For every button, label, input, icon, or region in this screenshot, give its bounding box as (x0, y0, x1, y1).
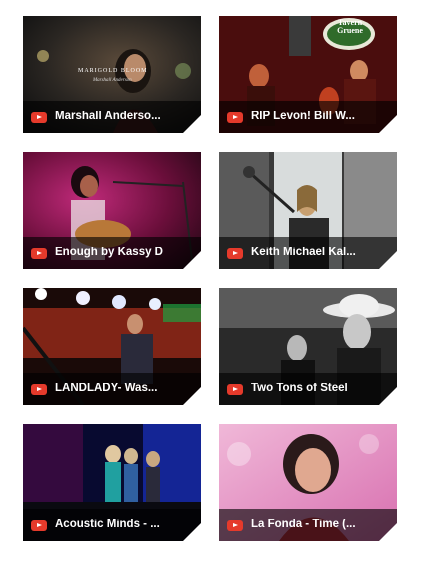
youtube-play-icon (31, 111, 47, 123)
video-caption: LANDLADY- Was... (23, 373, 201, 405)
video-card[interactable]: Tavern Gruene RIP Levon! Bill W... (219, 16, 397, 133)
video-title: Enough by Kassy D (55, 247, 163, 259)
corner-fold (183, 115, 201, 133)
video-card[interactable]: LANDLADY- Was... (23, 288, 201, 405)
video-caption: Marshall Anderso... (23, 101, 201, 133)
thumb-overlay-sub: Marshall Anderson (93, 78, 132, 83)
corner-fold (379, 387, 397, 405)
youtube-play-icon (227, 247, 243, 259)
video-title: Acoustic Minds - ... (55, 519, 160, 531)
youtube-play-icon (227, 383, 243, 395)
thumb-sign-text: Tavern Gruene (337, 18, 363, 35)
video-card[interactable]: La Fonda - Time (... (219, 424, 397, 541)
video-title: LANDLADY- Was... (55, 383, 158, 395)
video-caption: Keith Michael Kal... (219, 237, 397, 269)
video-title: Two Tons of Steel (251, 383, 348, 395)
video-caption: La Fonda - Time (... (219, 509, 397, 541)
video-caption: RIP Levon! Bill W... (219, 101, 397, 133)
corner-fold (183, 387, 201, 405)
video-card[interactable]: Keith Michael Kal... (219, 152, 397, 269)
video-title: Marshall Anderso... (55, 111, 161, 123)
video-caption: Acoustic Minds - ... (23, 509, 201, 541)
video-title: Keith Michael Kal... (251, 247, 356, 259)
youtube-play-icon (227, 519, 243, 531)
video-grid: MARIGOLD BLOOM Marshall Anderson Marshal… (0, 0, 434, 563)
corner-fold (183, 251, 201, 269)
video-caption: Enough by Kassy D (23, 237, 201, 269)
youtube-play-icon (31, 383, 47, 395)
video-card[interactable]: Enough by Kassy D (23, 152, 201, 269)
video-card[interactable]: Two Tons of Steel (219, 288, 397, 405)
corner-fold (183, 523, 201, 541)
youtube-play-icon (31, 247, 47, 259)
video-caption: Two Tons of Steel (219, 373, 397, 405)
corner-fold (379, 523, 397, 541)
video-card[interactable]: MARIGOLD BLOOM Marshall Anderson Marshal… (23, 16, 201, 133)
youtube-play-icon (227, 111, 243, 123)
video-title: RIP Levon! Bill W... (251, 111, 355, 123)
corner-fold (379, 115, 397, 133)
corner-fold (379, 251, 397, 269)
video-card[interactable]: Acoustic Minds - ... (23, 424, 201, 541)
video-title: La Fonda - Time (... (251, 519, 356, 531)
youtube-play-icon (31, 519, 47, 531)
thumb-overlay-text: MARIGOLD BLOOM (78, 68, 148, 74)
